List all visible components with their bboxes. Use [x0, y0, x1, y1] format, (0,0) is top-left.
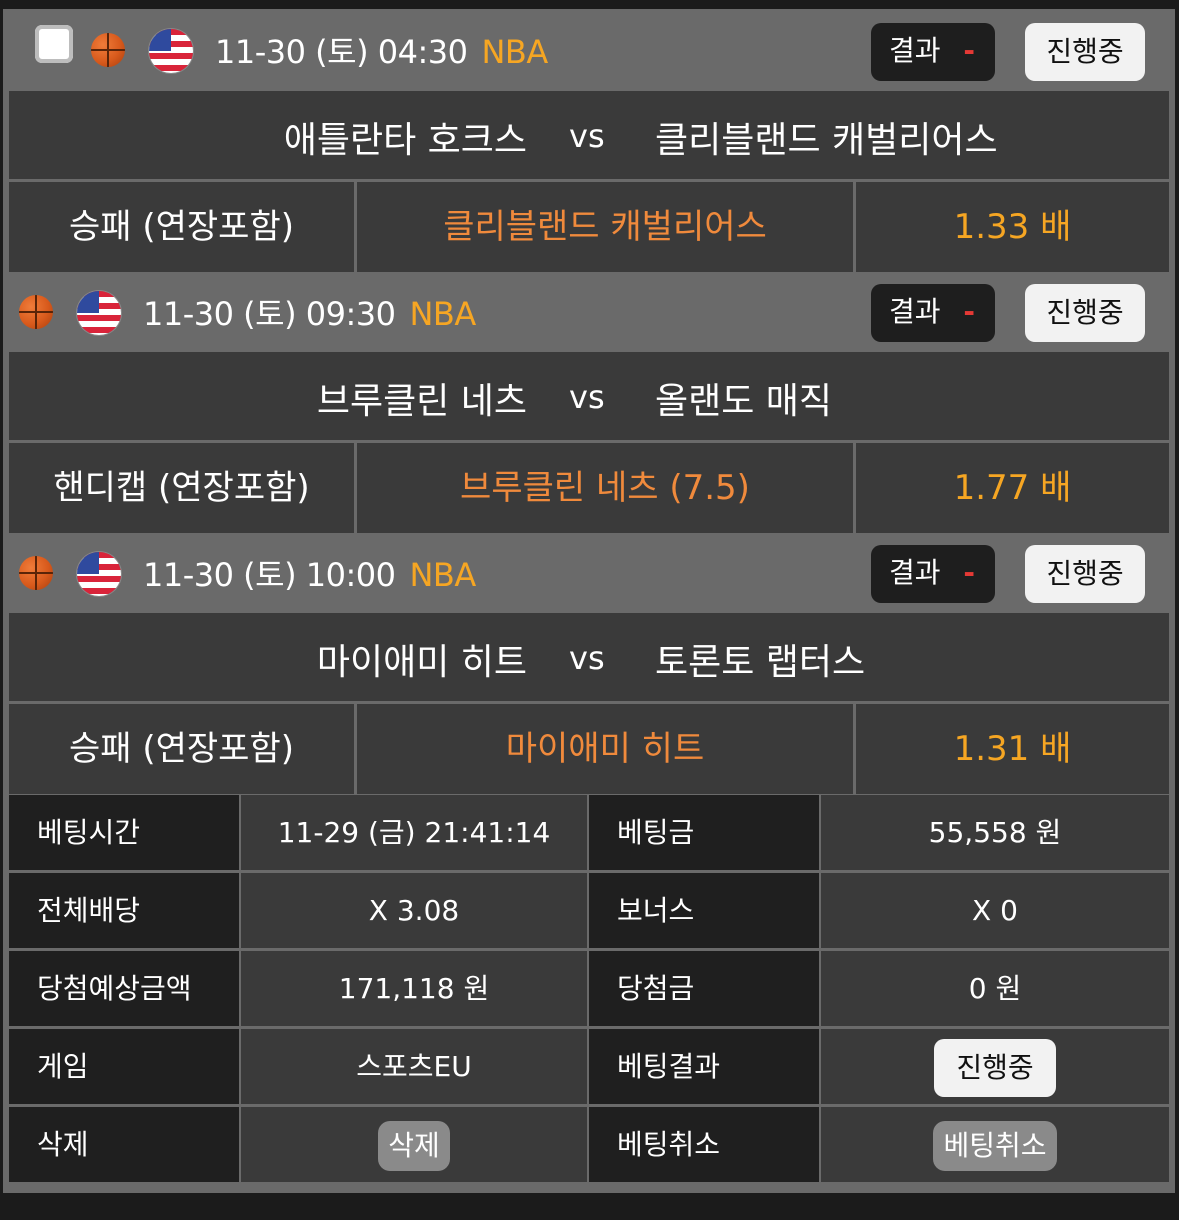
market-row: 승패 (연장포함) 마이애미 히트 1.31 배	[9, 704, 1169, 794]
bet-time-label: 베팅시간	[9, 795, 239, 870]
win-amount-label: 당첨금	[589, 951, 819, 1026]
summary-row: 게임 스포츠EU 베팅결과 진행중	[9, 1029, 1169, 1104]
league-label: NBA	[409, 295, 476, 333]
basketball-icon	[19, 295, 53, 329]
summary-row: 당첨예상금액 171,118 원 당첨금 0 원	[9, 951, 1169, 1026]
market-type: 승패 (연장포함)	[9, 704, 354, 794]
cancel-label: 베팅취소	[589, 1107, 819, 1182]
status-button[interactable]: 진행중	[1025, 284, 1145, 342]
game-datetime: 11-30 (토) 10:00 NBA	[143, 556, 476, 594]
game-block: 11-30 (토) 10:00 NBA 결과 - 진행중 마이애미 히트 vs 토론…	[9, 534, 1169, 794]
basketball-icon	[19, 556, 53, 590]
bonus-label: 보너스	[589, 873, 819, 948]
status-button[interactable]: 진행중	[1025, 545, 1145, 603]
vs-label: vs	[569, 378, 605, 416]
selected-pick: 마이애미 히트	[357, 704, 853, 794]
pick-odds: 1.77 배	[856, 443, 1169, 533]
home-team: 마이애미 히트	[316, 642, 527, 683]
result-value: -	[963, 34, 975, 67]
away-team: 클리블랜드 캐벌리어스	[655, 120, 998, 161]
market-row: 승패 (연장포함) 클리블랜드 캐벌리어스 1.33 배	[9, 182, 1169, 272]
summary-row: 삭제 삭제 베팅취소 베팅취소	[9, 1107, 1169, 1182]
game-header: 11-30 (토) 04:30 NBA 결과 - 진행중	[9, 9, 1169, 91]
bet-summary-table: 베팅시간 11-29 (금) 21:41:14 베팅금 55,558 원 전체배…	[9, 795, 1169, 1185]
market-row: 핸디캡 (연장포함) 브루클린 네츠 (7.5) 1.77 배	[9, 443, 1169, 533]
delete-cell: 삭제	[241, 1107, 587, 1182]
pick-odds: 1.31 배	[856, 704, 1169, 794]
home-team: 애틀란타 호크스	[283, 120, 527, 161]
summary-row: 전체배당 X 3.08 보너스 X 0	[9, 873, 1169, 948]
league-label: NBA	[409, 556, 476, 594]
teams-row: 애틀란타 호크스 vs 클리블랜드 캐벌리어스	[9, 91, 1169, 182]
bet-result-button[interactable]: 진행중	[934, 1039, 1056, 1097]
result-button[interactable]: 결과 -	[871, 23, 995, 81]
result-button[interactable]: 결과 -	[871, 545, 995, 603]
result-value: -	[963, 556, 975, 589]
game-block: 11-30 (토) 09:30 NBA 결과 - 진행중 브루클린 네츠 vs 올랜…	[9, 273, 1169, 533]
win-amount-value: 0 원	[821, 951, 1169, 1026]
league-label: NBA	[481, 33, 548, 71]
cancel-cell: 베팅취소	[821, 1107, 1169, 1182]
game-label: 게임	[9, 1029, 239, 1104]
bet-amount-value: 55,558 원	[821, 795, 1169, 870]
select-checkbox[interactable]	[35, 25, 73, 63]
bet-time-value: 11-29 (금) 21:41:14	[241, 795, 587, 870]
status-button[interactable]: 진행중	[1025, 23, 1145, 81]
bet-amount-label: 베팅금	[589, 795, 819, 870]
game-header: 11-30 (토) 09:30 NBA 결과 - 진행중	[9, 273, 1169, 352]
game-block: 11-30 (토) 04:30 NBA 결과 - 진행중 애틀란타 호크스 vs 클…	[9, 9, 1169, 272]
bet-result-label: 베팅결과	[589, 1029, 819, 1104]
away-team: 올랜도 매직	[655, 381, 833, 422]
usa-flag-icon	[77, 291, 121, 335]
pick-odds: 1.33 배	[856, 182, 1169, 272]
game-datetime: 11-30 (토) 09:30 NBA	[143, 295, 476, 333]
game-header: 11-30 (토) 10:00 NBA 결과 - 진행중	[9, 534, 1169, 613]
usa-flag-icon	[77, 552, 121, 596]
summary-row: 베팅시간 11-29 (금) 21:41:14 베팅금 55,558 원	[9, 795, 1169, 870]
selected-pick: 브루클린 네츠 (7.5)	[357, 443, 853, 533]
market-type: 승패 (연장포함)	[9, 182, 354, 272]
selected-pick: 클리블랜드 캐벌리어스	[357, 182, 853, 272]
expected-win-label: 당첨예상금액	[9, 951, 239, 1026]
usa-flag-icon	[149, 29, 193, 73]
bonus-value: X 0	[821, 873, 1169, 948]
bet-slip-panel: 11-30 (토) 04:30 NBA 결과 - 진행중 애틀란타 호크스 vs 클…	[3, 9, 1175, 1193]
result-value: -	[963, 295, 975, 328]
away-team: 토론토 랩터스	[655, 642, 866, 683]
home-team: 브루클린 네츠	[316, 381, 527, 422]
cancel-bet-button[interactable]: 베팅취소	[933, 1121, 1057, 1171]
basketball-icon	[91, 33, 125, 67]
teams-row: 브루클린 네츠 vs 올랜도 매직	[9, 352, 1169, 443]
market-type: 핸디캡 (연장포함)	[9, 443, 354, 533]
game-value: 스포츠EU	[241, 1029, 587, 1104]
game-datetime: 11-30 (토) 04:30 NBA	[215, 33, 548, 71]
total-odds-value: X 3.08	[241, 873, 587, 948]
vs-label: vs	[569, 639, 605, 677]
vs-label: vs	[569, 117, 605, 155]
result-button[interactable]: 결과 -	[871, 284, 995, 342]
delete-label: 삭제	[9, 1107, 239, 1182]
teams-row: 마이애미 히트 vs 토론토 랩터스	[9, 613, 1169, 704]
expected-win-value: 171,118 원	[241, 951, 587, 1026]
delete-button[interactable]: 삭제	[378, 1121, 450, 1171]
total-odds-label: 전체배당	[9, 873, 239, 948]
bet-result-cell: 진행중	[821, 1029, 1169, 1104]
